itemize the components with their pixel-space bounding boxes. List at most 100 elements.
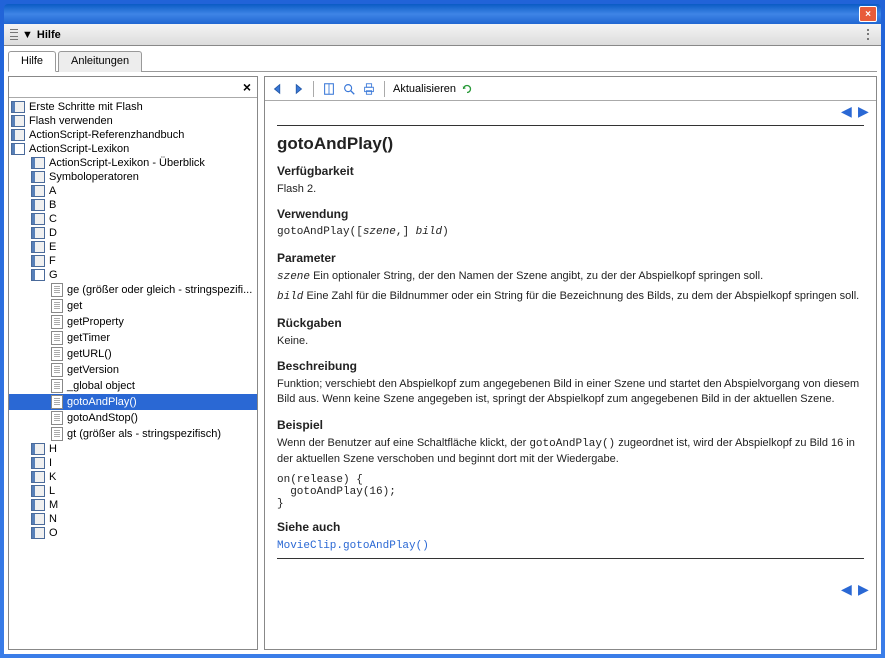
window-close-button[interactable]: × — [859, 6, 877, 22]
param-szene: szene Ein optionaler String, der den Nam… — [277, 269, 864, 285]
article-scroll[interactable]: ◀ ▶ gotoAndPlay() Verfügbarkeit Flash 2.… — [265, 101, 876, 649]
book-icon — [11, 129, 25, 141]
tree-item[interactable]: A — [9, 184, 257, 198]
content-pane: Aktualisieren ◀ ▶ gotoAndPlay() Verfügba… — [264, 76, 877, 650]
book-icon — [11, 115, 25, 127]
book-icon — [31, 213, 45, 225]
forward-button[interactable] — [289, 80, 307, 98]
tree-item[interactable]: ge (größer oder gleich - stringspezifi..… — [9, 282, 257, 298]
heading-seealso: Siehe auch — [277, 520, 864, 534]
book-icon — [11, 101, 25, 113]
next-topic-button[interactable]: ▶ — [858, 581, 872, 595]
refresh-button[interactable] — [458, 80, 476, 98]
window-titlebar: × — [4, 4, 881, 24]
search-input[interactable] — [11, 79, 239, 95]
book-open-icon — [11, 143, 25, 155]
link-seealso[interactable]: MovieClip.gotoAndPlay() — [277, 540, 429, 552]
tree-item[interactable]: get — [9, 298, 257, 314]
tree-item[interactable]: gotoAndPlay() — [9, 394, 257, 410]
tree-item[interactable]: _global object — [9, 378, 257, 394]
text-returns: Keine. — [277, 334, 864, 349]
tree-item[interactable]: I — [9, 456, 257, 470]
tree-item[interactable]: gotoAndStop() — [9, 410, 257, 426]
tree-item[interactable]: L — [9, 484, 257, 498]
tree-item-label: getURL() — [67, 348, 112, 360]
page-icon — [51, 395, 63, 409]
book-icon — [31, 241, 45, 253]
magnifier-icon — [342, 82, 356, 96]
text-description: Funktion; verschiebt den Abspielkopf zum… — [277, 377, 864, 408]
back-button[interactable] — [269, 80, 287, 98]
refresh-label: Aktualisieren — [393, 83, 456, 95]
print-button[interactable] — [360, 80, 378, 98]
page-icon — [51, 363, 63, 377]
search-button[interactable] — [340, 80, 358, 98]
next-topic-button[interactable]: ▶ — [858, 103, 872, 117]
tab-tutorials[interactable]: Anleitungen — [58, 51, 142, 72]
tree-item[interactable]: ActionScript-Lexikon — [9, 142, 257, 156]
tree-item[interactable]: getProperty — [9, 314, 257, 330]
tree-item[interactable]: H — [9, 442, 257, 456]
search-clear-icon[interactable]: × — [239, 79, 255, 95]
book-icon — [31, 457, 45, 469]
tree-item[interactable]: ActionScript-Lexikon - Überblick — [9, 156, 257, 170]
tree-item[interactable]: N — [9, 512, 257, 526]
arrow-right-icon — [291, 82, 305, 96]
tree-item[interactable]: K — [9, 470, 257, 484]
panel-title[interactable]: ▼ Hilfe — [22, 29, 61, 41]
text-availability: Flash 2. — [277, 182, 864, 197]
tree-item-label: getProperty — [67, 316, 124, 328]
heading-availability: Verfügbarkeit — [277, 164, 864, 178]
prev-topic-button[interactable]: ◀ — [841, 581, 855, 595]
book-open-icon — [31, 269, 45, 281]
tree-item[interactable]: ActionScript-Referenzhandbuch — [9, 128, 257, 142]
tree-item[interactable]: D — [9, 226, 257, 240]
tree-item[interactable]: M — [9, 498, 257, 512]
tree-item-label: O — [49, 527, 58, 539]
tree-item-label: M — [49, 499, 58, 511]
code-usage: gotoAndPlay([szene,] bild) — [277, 225, 864, 240]
panel-menu-button[interactable] — [861, 28, 875, 42]
tree-item-label: Erste Schritte mit Flash — [29, 101, 143, 113]
tab-help[interactable]: Hilfe — [8, 51, 56, 72]
panel-grip[interactable] — [10, 28, 18, 42]
collapse-arrow-icon: ▼ — [22, 29, 33, 41]
tree-item-label: ge (größer oder gleich - stringspezifi..… — [67, 284, 252, 296]
tree-item-label: H — [49, 443, 57, 455]
tree-item[interactable]: G — [9, 268, 257, 282]
page-icon — [51, 331, 63, 345]
pager-bottom: ◀ ▶ — [265, 579, 876, 597]
book-icon — [31, 527, 45, 539]
tree-item[interactable]: Symboloperatoren — [9, 170, 257, 184]
tree-item[interactable]: Erste Schritte mit Flash — [9, 100, 257, 114]
tree-item-label: getTimer — [67, 332, 110, 344]
tree-item[interactable]: Flash verwenden — [9, 114, 257, 128]
toc-button[interactable] — [320, 80, 338, 98]
prev-topic-button[interactable]: ◀ — [841, 103, 855, 117]
tree-item-label: ActionScript-Referenzhandbuch — [29, 129, 184, 141]
tree-item[interactable]: E — [9, 240, 257, 254]
tree-item[interactable]: getTimer — [9, 330, 257, 346]
topic-tree[interactable]: Erste Schritte mit FlashFlash verwendenA… — [9, 98, 257, 649]
heading-example: Beispiel — [277, 418, 864, 432]
tree-item[interactable]: getVersion — [9, 362, 257, 378]
tab-bar: Hilfe Anleitungen — [8, 50, 877, 72]
tree-item[interactable]: B — [9, 198, 257, 212]
heading-returns: Rückgaben — [277, 316, 864, 330]
search-row: × — [9, 77, 257, 98]
tree-item[interactable]: getURL() — [9, 346, 257, 362]
param-bild: bild Eine Zahl für die Bildnummer oder e… — [277, 289, 864, 305]
page-icon — [51, 347, 63, 361]
navigation-pane: × Erste Schritte mit FlashFlash verwende… — [8, 76, 258, 650]
page-icon — [51, 315, 63, 329]
tree-item-label: L — [49, 485, 55, 497]
printer-icon — [362, 82, 376, 96]
tree-item-label: K — [49, 471, 56, 483]
tree-item[interactable]: F — [9, 254, 257, 268]
tree-item-label: A — [49, 185, 56, 197]
tree-item[interactable]: O — [9, 526, 257, 540]
tree-item[interactable]: gt (größer als - stringspezifisch) — [9, 426, 257, 442]
tree-item[interactable]: C — [9, 212, 257, 226]
tree-item-label: ActionScript-Lexikon — [29, 143, 129, 155]
content-area: × Erste Schritte mit FlashFlash verwende… — [8, 72, 877, 650]
